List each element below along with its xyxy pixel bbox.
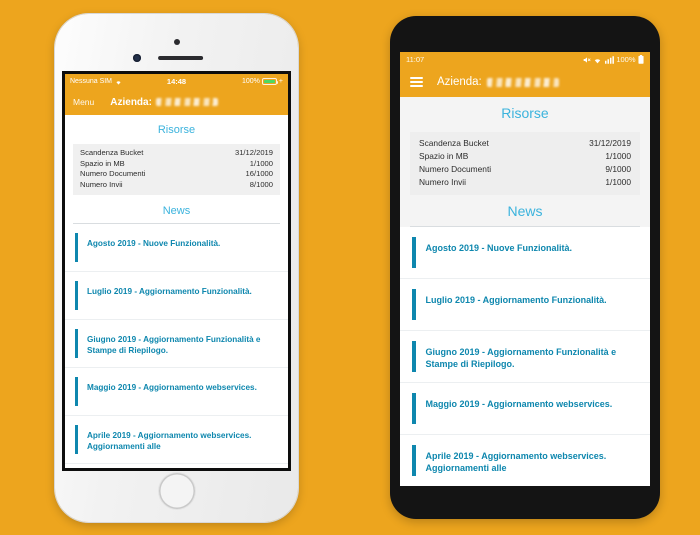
android-content[interactable]: Risorse Scandenza Bucket 31/12/2019 Spaz… — [400, 97, 650, 486]
resources-table: Scandenza Bucket 31/12/2019 Spazio in MB… — [410, 132, 640, 195]
row-value: 1/1000 — [605, 177, 631, 187]
table-row: Numero Invii 8/1000 — [80, 180, 273, 191]
row-value: 1/1000 — [605, 151, 631, 161]
mute-icon — [583, 56, 591, 64]
news-item-text: Luglio 2019 - Aggiornamento Funzionalità… — [87, 287, 252, 297]
list-item[interactable]: Aprile 2019 - Aggiornamento webservices.… — [65, 416, 288, 465]
battery-percent-label: 100% — [242, 78, 260, 85]
row-label: Scandenza Bucket — [419, 138, 489, 148]
android-screen: 11:07 100% Azienda: Risorse Scandenza Bu… — [400, 52, 650, 486]
proximity-sensor-icon — [173, 39, 180, 45]
home-button[interactable] — [158, 473, 195, 509]
company-name-redacted — [486, 77, 559, 87]
battery-icon — [261, 78, 279, 85]
earpiece-speaker — [157, 56, 203, 60]
row-label: Numero Documenti — [80, 169, 146, 179]
list-item[interactable]: Aprile 2019 - Aggiornamento webservices.… — [400, 435, 650, 486]
android-app-bar: Azienda: — [400, 67, 650, 97]
company-name-redacted — [155, 98, 218, 106]
row-value: 9/1000 — [605, 164, 631, 174]
list-item[interactable]: Giugno 2019 - Aggiornamento Funzionalità… — [400, 331, 650, 383]
row-value: 1/1000 — [249, 158, 273, 168]
charging-plus-icon: + — [278, 78, 283, 85]
table-row: Spazio in MB 1/1000 — [419, 150, 631, 163]
row-value: 31/12/2019 — [234, 148, 273, 157]
list-item[interactable]: Luglio 2019 - Aggiornamento Funzionalità… — [65, 272, 288, 321]
ios-clock: 14:48 — [166, 77, 187, 86]
news-item-text: Luglio 2019 - Aggiornamento Funzionalità… — [425, 295, 607, 305]
news-item-text: Maggio 2019 - Aggiornamento webservices. — [425, 399, 613, 409]
ios-status-right: 100% + — [242, 78, 283, 85]
ios-content[interactable]: Risorse Scandenza Bucket 31/12/2019 Spaz… — [65, 115, 288, 468]
hamburger-menu-icon[interactable] — [410, 77, 423, 87]
news-item-text: Giugno 2019 - Aggiornamento Funzionalità… — [87, 335, 261, 356]
news-item-text: Aprile 2019 - Aggiornamento webservices.… — [425, 451, 607, 473]
list-item[interactable]: Giugno 2019 - Aggiornamento Funzionalità… — [65, 320, 288, 369]
title-prefix: Azienda: — [437, 76, 482, 88]
ios-status-bar: Nessuna SIM 14:48 100% + — [65, 74, 288, 89]
menu-button[interactable]: Menu — [73, 97, 94, 107]
wifi-icon — [115, 79, 122, 85]
wifi-icon — [593, 56, 602, 64]
row-label: Spazio in MB — [80, 158, 125, 168]
row-label: Numero Invii — [80, 179, 123, 189]
front-camera-icon — [133, 54, 141, 62]
table-row: Spazio in MB 1/1000 — [80, 159, 273, 170]
list-item[interactable]: Maggio 2019 - Aggiornamento webservices. — [400, 383, 650, 435]
news-item-text: Agosto 2019 - Nuove Funzionalità. — [87, 239, 221, 249]
battery-icon — [638, 55, 644, 64]
news-item-text: Aprile 2019 - Aggiornamento webservices.… — [87, 431, 252, 452]
table-row: Numero Documenti 9/1000 — [419, 163, 631, 176]
list-item[interactable]: Agosto 2019 - Nuove Funzionalità. — [400, 227, 650, 279]
news-item-text: Agosto 2019 - Nuove Funzionalità. — [425, 243, 573, 253]
page-title: Azienda: — [110, 97, 218, 108]
news-list[interactable]: Agosto 2019 - Nuove Funzionalità. Luglio… — [65, 224, 288, 465]
list-item[interactable]: Maggio 2019 - Aggiornamento webservices. — [65, 368, 288, 417]
table-row: Scandenza Bucket 31/12/2019 — [80, 148, 273, 159]
resources-heading: Risorse — [501, 105, 549, 121]
news-heading: News — [507, 203, 543, 219]
row-label: Numero Invii — [419, 177, 467, 187]
row-label: Scandenza Bucket — [80, 148, 144, 157]
android-status-bar: 11:07 100% — [400, 52, 650, 67]
resources-heading: Risorse — [157, 124, 196, 136]
list-item[interactable]: Luglio 2019 - Aggiornamento Funzionalità… — [400, 279, 650, 331]
iphone-screen: Nessuna SIM 14:48 100% + Menu Azienda: R… — [62, 71, 291, 471]
iphone-device: Nessuna SIM 14:48 100% + Menu Azienda: R… — [55, 14, 298, 522]
page-title: Azienda: — [437, 76, 559, 88]
row-label: Numero Documenti — [419, 164, 492, 174]
table-row: Numero Documenti 16/1000 — [80, 169, 273, 180]
news-item-text: Giugno 2019 - Aggiornamento Funzionalità… — [425, 347, 617, 369]
resources-table: Scandenza Bucket 31/12/2019 Spazio in MB… — [73, 144, 280, 196]
news-list[interactable]: Agosto 2019 - Nuove Funzionalità. Luglio… — [400, 227, 650, 486]
list-item[interactable]: Agosto 2019 - Nuove Funzionalità. — [65, 224, 288, 273]
android-status-right: 100% — [583, 55, 644, 64]
android-clock: 11:07 — [406, 55, 425, 64]
carrier-label: Nessuna SIM — [70, 78, 113, 85]
title-prefix: Azienda: — [110, 96, 152, 108]
table-row: Scandenza Bucket 31/12/2019 — [419, 137, 631, 150]
row-value: 8/1000 — [249, 179, 273, 189]
row-value: 31/12/2019 — [589, 138, 631, 148]
signal-bars-icon — [604, 55, 614, 64]
row-label: Spazio in MB — [419, 151, 469, 161]
news-heading: News — [162, 205, 191, 218]
battery-percent-label: 100% — [616, 55, 636, 64]
carrier-group: Nessuna SIM — [70, 78, 122, 85]
news-item-text: Maggio 2019 - Aggiornamento webservices. — [87, 383, 257, 393]
android-device: 11:07 100% Azienda: Risorse Scandenza Bu… — [390, 16, 660, 519]
row-value: 16/1000 — [245, 169, 273, 179]
ios-nav-bar: Menu Azienda: — [65, 89, 288, 115]
table-row: Numero Invii 1/1000 — [419, 176, 631, 189]
